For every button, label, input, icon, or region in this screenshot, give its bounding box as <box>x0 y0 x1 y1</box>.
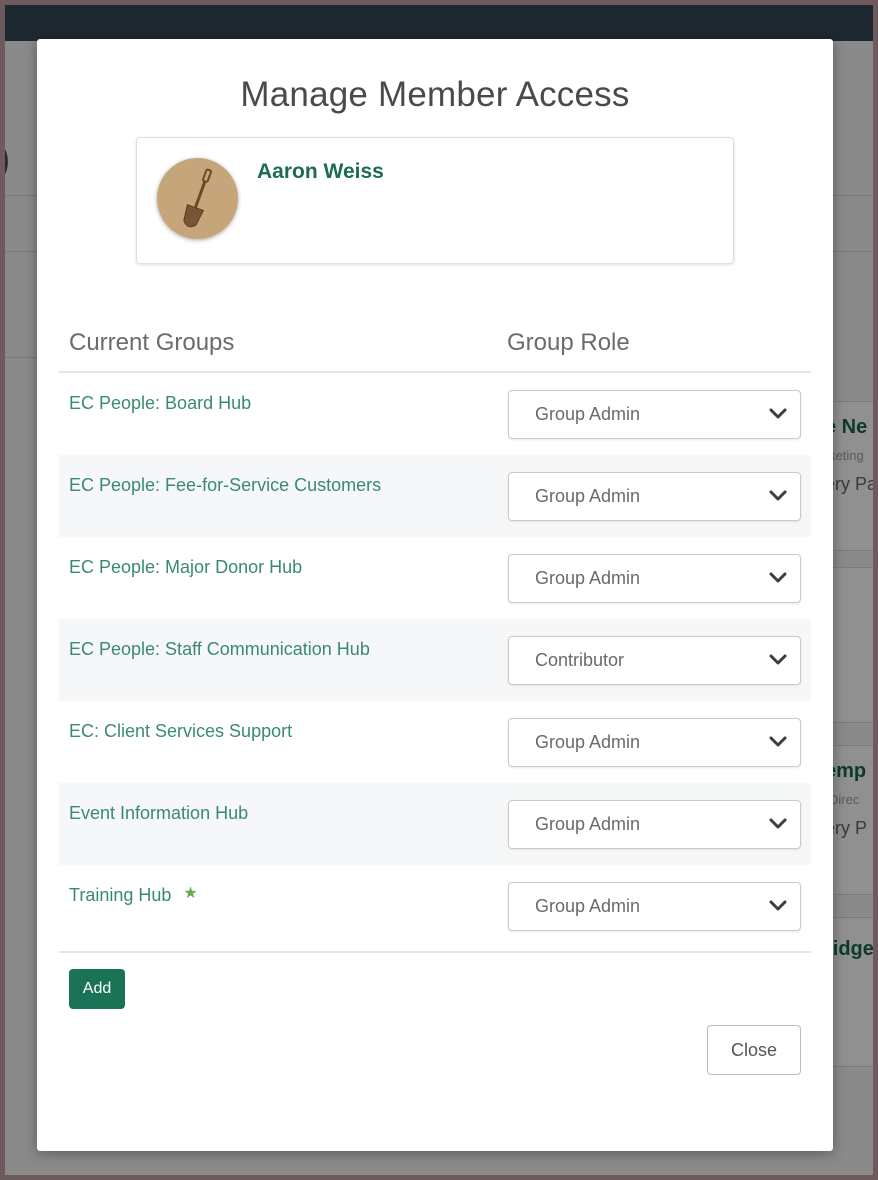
manage-member-access-modal: Manage Member Access Aaron Weiss Current… <box>37 39 833 1151</box>
group-row: EC People: Board Hub Group Admin <box>59 373 811 455</box>
current-groups-header: Current Groups <box>69 329 235 356</box>
background-divider <box>829 195 873 196</box>
member-card: Aaron Weiss <box>136 137 734 264</box>
group-role-value: Group Admin <box>535 486 641 506</box>
shovel-icon <box>182 168 212 227</box>
group-name-link[interactable]: Event Information Hub <box>69 803 248 824</box>
group-role-value: Group Admin <box>535 404 641 424</box>
chevron-down-icon <box>769 736 787 747</box>
close-button[interactable]: Close <box>707 1025 801 1075</box>
group-row: EC People: Major Donor Hub Group Admin <box>59 537 811 619</box>
group-role-select[interactable]: Group Admin <box>508 390 801 439</box>
group-name-label: Event Information Hub <box>69 803 249 823</box>
group-role-select[interactable]: Group Admin <box>508 554 801 603</box>
group-name-label: EC People: Staff Communication Hub <box>69 639 370 659</box>
chevron-down-icon <box>769 408 787 419</box>
group-name-link[interactable]: EC People: Fee-for-Service Customers <box>69 475 381 496</box>
background-card-subtitle: keting <box>829 448 864 463</box>
group-row: Training Hub ★ Group Admin <box>59 865 811 947</box>
background-card-subtitle: Direc <box>829 792 860 807</box>
chevron-down-icon <box>769 490 787 501</box>
chevron-down-icon <box>769 900 787 911</box>
footer-divider <box>59 951 811 953</box>
group-role-header: Group Role <box>507 329 630 356</box>
group-role-value: Group Admin <box>535 814 641 834</box>
group-role-value: Group Admin <box>535 732 641 752</box>
chevron-down-icon <box>769 572 787 583</box>
group-name-link[interactable]: EC People: Staff Communication Hub <box>69 639 370 660</box>
avatar <box>157 158 238 239</box>
group-role-select[interactable]: Group Admin <box>508 882 801 931</box>
group-role-select[interactable]: Group Admin <box>508 800 801 849</box>
group-name-label: EC People: Board Hub <box>69 393 252 413</box>
group-name-label: EC People: Major Donor Hub <box>69 557 303 577</box>
group-row: EC: Client Services Support Group Admin <box>59 701 811 783</box>
chevron-down-icon <box>769 654 787 665</box>
group-name-label: Training Hub <box>69 885 172 905</box>
group-row: Event Information Hub Group Admin <box>59 783 811 865</box>
group-role-select[interactable]: Contributor <box>508 636 801 685</box>
star-icon: ★ <box>183 885 198 902</box>
group-name-link[interactable]: Training Hub ★ <box>69 885 198 906</box>
group-role-value: Group Admin <box>535 896 641 916</box>
group-role-select[interactable]: Group Admin <box>508 472 801 521</box>
group-role-value: Contributor <box>535 650 625 670</box>
background-heading-fragment: ) <box>5 137 10 182</box>
group-role-select[interactable]: Group Admin <box>508 718 801 767</box>
member-name[interactable]: Aaron Weiss <box>257 160 384 184</box>
group-name-label: EC: Client Services Support <box>69 721 293 741</box>
group-name-link[interactable]: EC People: Major Donor Hub <box>69 557 302 578</box>
background-divider <box>829 251 873 252</box>
group-list: EC People: Board Hub Group Admin EC People… <box>59 373 811 947</box>
group-role-value: Group Admin <box>535 568 641 588</box>
modal-title: Manage Member Access <box>240 75 630 114</box>
group-row: EC People: Staff Communication Hub Contri… <box>59 619 811 701</box>
group-row: EC People: Fee-for-Service Customers Grou… <box>59 455 811 537</box>
add-button[interactable]: Add <box>69 969 125 1009</box>
chevron-down-icon <box>769 818 787 829</box>
background-top-bar <box>5 5 873 41</box>
group-name-link[interactable]: EC People: Board Hub <box>69 393 251 414</box>
group-name-label: EC People: Fee-for-Service Customers <box>69 475 382 495</box>
group-name-link[interactable]: EC: Client Services Support <box>69 721 292 742</box>
